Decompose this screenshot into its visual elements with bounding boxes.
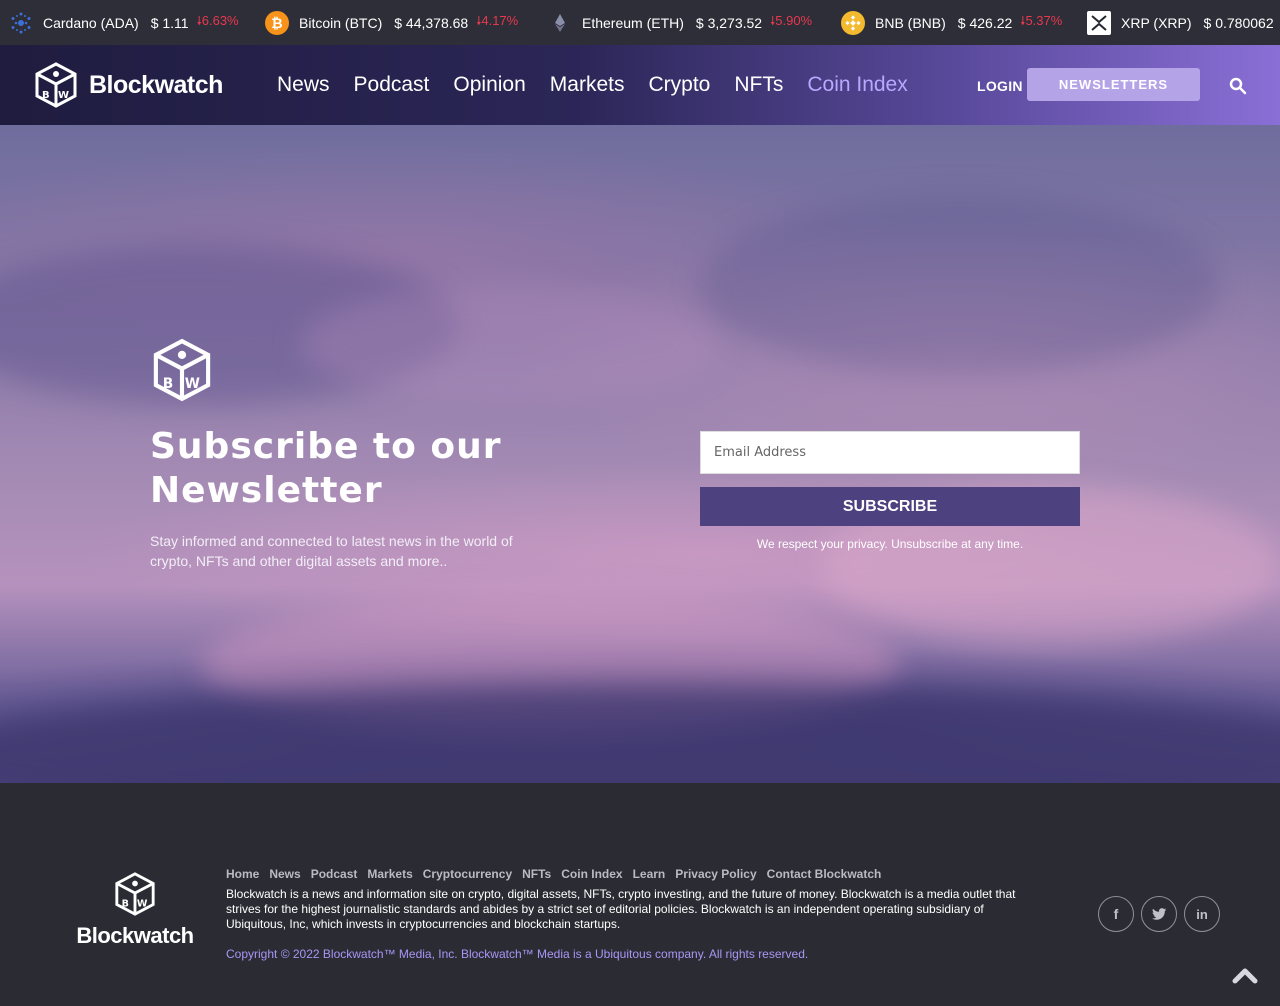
brand-logo[interactable]: B W Blockwatch bbox=[33, 61, 223, 109]
ticker-change-value: 5.90% bbox=[775, 13, 813, 28]
nav-menu: News Podcast Opinion Markets Crypto NFTs… bbox=[277, 45, 932, 125]
ticker-item-bnb[interactable]: BNB (BNB) $ 426.22 🠗5.37% bbox=[841, 0, 1062, 45]
bitcoin-icon: ₿ bbox=[265, 10, 289, 35]
ticker-change-value: 4.17% bbox=[481, 13, 519, 28]
footer-link-markets[interactable]: Markets bbox=[367, 867, 412, 881]
footer-link-contact[interactable]: Contact Blockwatch bbox=[767, 867, 882, 881]
ticker-name: Ethereum (ETH) bbox=[582, 14, 684, 31]
ticker-price: $ 3,273.52 bbox=[695, 14, 763, 31]
price-ticker: Cardano (ADA) $ 1.11 🠗6.63% ₿ Bitcoin (B… bbox=[0, 0, 1280, 45]
ticker-price: $ 44,378.68 bbox=[394, 14, 469, 31]
twitter-icon[interactable] bbox=[1141, 896, 1177, 932]
xrp-icon bbox=[1087, 10, 1111, 35]
footer-link-learn[interactable]: Learn bbox=[633, 867, 666, 881]
cardano-icon bbox=[9, 11, 33, 35]
ticker-price: $ 0.780062 bbox=[1203, 14, 1274, 31]
ticker-item-cardano[interactable]: Cardano (ADA) $ 1.11 🠗6.63% bbox=[9, 0, 239, 45]
footer-about-text: Blockwatch is a news and information sit… bbox=[226, 887, 1016, 931]
footer-brand-name: Blockwatch bbox=[76, 923, 194, 948]
blockwatch-logo-icon: B W bbox=[35, 62, 77, 108]
ticker-name: XRP (XRP) bbox=[1121, 14, 1192, 31]
ticker-item-ethereum[interactable]: Ethereum (ETH) $ 3,273.52 🠗5.90% bbox=[548, 0, 812, 45]
nav-item-markets[interactable]: Markets bbox=[550, 73, 625, 97]
svg-text:W: W bbox=[185, 376, 200, 392]
footer-link-cryptocurrency[interactable]: Cryptocurrency bbox=[423, 867, 512, 881]
newsletter-description: Stay informed and connected to latest ne… bbox=[150, 533, 513, 569]
login-link[interactable]: LOGIN bbox=[977, 78, 1023, 94]
footer-link-news[interactable]: News bbox=[269, 867, 300, 881]
bnb-icon bbox=[841, 10, 865, 35]
footer-link-podcast[interactable]: Podcast bbox=[311, 867, 358, 881]
footer-link-privacy-policy[interactable]: Privacy Policy bbox=[675, 867, 756, 881]
ticker-name: Cardano (ADA) bbox=[43, 14, 139, 31]
nav-item-crypto[interactable]: Crypto bbox=[648, 73, 710, 97]
newsletters-button[interactable]: NEWSLETTERS bbox=[1027, 68, 1200, 101]
ticker-change-value: 5.37% bbox=[1025, 13, 1063, 28]
site-footer: B W Blockwatch Home News Podcast Markets… bbox=[0, 783, 1280, 1006]
email-field[interactable]: Email Address bbox=[700, 431, 1080, 474]
footer-link-coin-index[interactable]: Coin Index bbox=[561, 867, 622, 881]
newsletter-heading-line2: Newsletter bbox=[150, 470, 383, 511]
ticker-change: 🠗4.17% bbox=[476, 12, 518, 33]
footer-links: Home News Podcast Markets Cryptocurrency… bbox=[226, 867, 891, 881]
brand-name: Blockwatch bbox=[89, 70, 223, 99]
ticker-price: $ 1.11 bbox=[150, 14, 189, 31]
privacy-note: We respect your privacy. Unsubscribe at … bbox=[756, 537, 1024, 551]
back-to-top-icon[interactable] bbox=[1232, 966, 1258, 984]
footer-link-nfts[interactable]: NFTs bbox=[522, 867, 551, 881]
svg-text:B: B bbox=[163, 376, 173, 392]
footer-logo[interactable]: B W Blockwatch bbox=[65, 871, 205, 949]
ticker-item-xrp[interactable]: XRP (XRP) $ 0.780062 bbox=[1087, 0, 1274, 45]
newsletter-hero: B W Subscribe to our Newsletter Stay inf… bbox=[0, 125, 1280, 783]
svg-text:W: W bbox=[137, 898, 148, 909]
linkedin-icon[interactable]: in bbox=[1184, 896, 1220, 932]
nav-item-news[interactable]: News bbox=[277, 73, 330, 97]
newsletter-heading: Subscribe to our Newsletter bbox=[150, 425, 502, 513]
ticker-name: Bitcoin (BTC) bbox=[299, 14, 383, 31]
svg-text:W: W bbox=[58, 90, 69, 101]
email-placeholder: Email Address bbox=[714, 445, 806, 460]
ticker-change: 🠗5.37% bbox=[1020, 12, 1062, 33]
nav-item-nfts[interactable]: NFTs bbox=[734, 73, 783, 97]
blockwatch-logo-icon: B W bbox=[153, 338, 211, 402]
svg-text:B: B bbox=[42, 90, 50, 101]
ticker-change: 🠗5.90% bbox=[770, 12, 812, 33]
nav-item-coin-index[interactable]: Coin Index bbox=[807, 73, 907, 97]
footer-link-home[interactable]: Home bbox=[226, 867, 259, 881]
search-icon[interactable] bbox=[1229, 77, 1247, 95]
subscribe-button[interactable]: SUBSCRIBE bbox=[700, 487, 1080, 526]
main-navigation: B W Blockwatch News Podcast Opinion Mark… bbox=[0, 45, 1280, 125]
newsletter-heading-line1: Subscribe to our bbox=[150, 426, 502, 467]
ticker-price: $ 426.22 bbox=[957, 14, 1013, 31]
ticker-item-bitcoin[interactable]: ₿ Bitcoin (BTC) $ 44,378.68 🠗4.17% bbox=[265, 0, 518, 45]
ticker-name: BNB (BNB) bbox=[875, 14, 946, 31]
nav-item-podcast[interactable]: Podcast bbox=[354, 73, 430, 97]
ticker-change: 🠗6.63% bbox=[197, 12, 239, 33]
nav-item-opinion[interactable]: Opinion bbox=[453, 73, 525, 97]
ticker-change-value: 6.63% bbox=[201, 13, 239, 28]
footer-copyright: Copyright © 2022 Blockwatch™ Media, Inc.… bbox=[226, 947, 809, 961]
blockwatch-logo-icon: B W bbox=[115, 872, 155, 916]
svg-text:B: B bbox=[122, 898, 129, 909]
facebook-icon[interactable]: f bbox=[1098, 896, 1134, 932]
ethereum-icon bbox=[548, 11, 572, 35]
